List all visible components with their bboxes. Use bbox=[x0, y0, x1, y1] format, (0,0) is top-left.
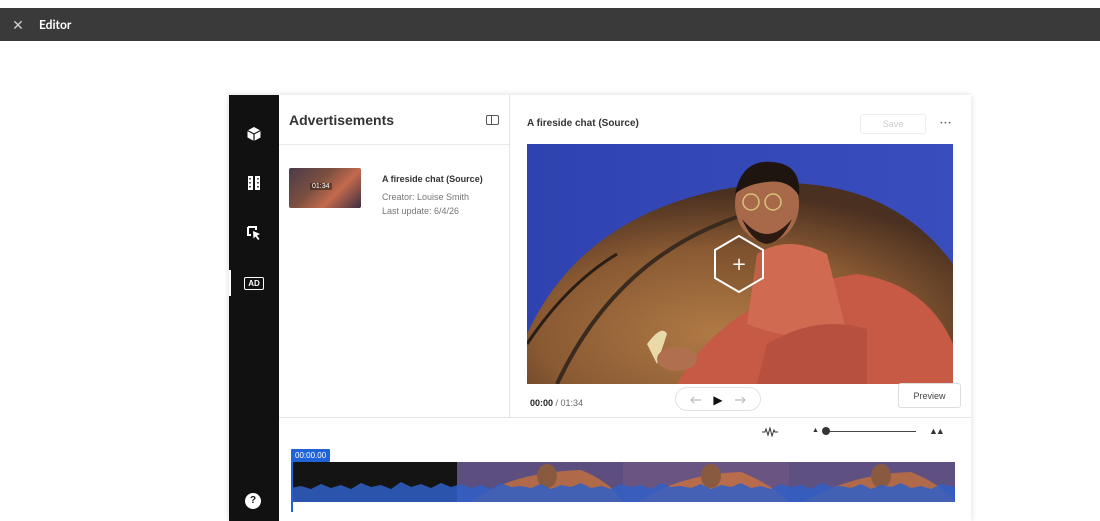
advertisements-panel: Advertisements 01:34 A fireside chat (So… bbox=[279, 95, 510, 417]
ad-thumbnail: 01:34 bbox=[289, 168, 361, 208]
active-indicator bbox=[229, 270, 231, 296]
app-title: Editor bbox=[39, 17, 72, 32]
cursor-icon[interactable] bbox=[242, 221, 266, 245]
step-back-icon[interactable]: ← bbox=[690, 392, 702, 407]
total-time: 01:34 bbox=[560, 398, 584, 408]
save-button[interactable]: Save bbox=[860, 114, 926, 134]
sidebar-rail: AD ? bbox=[229, 95, 279, 521]
preview-button[interactable]: Preview bbox=[898, 383, 961, 408]
playback-controls: ← ▶ → bbox=[675, 387, 761, 411]
more-options-icon[interactable]: ··· bbox=[937, 115, 955, 133]
waveform-icon[interactable] bbox=[762, 427, 778, 437]
panel-header: Advertisements bbox=[279, 95, 509, 145]
zoom-slider-track[interactable] bbox=[824, 431, 916, 432]
cube-icon[interactable] bbox=[242, 122, 266, 146]
track-thumbnails bbox=[291, 462, 955, 502]
video-preview[interactable]: + bbox=[527, 144, 953, 384]
ad-last-update: Last update: 6/4/26 bbox=[382, 206, 460, 216]
zoom-in-icon[interactable]: ▲▲ bbox=[929, 425, 945, 436]
svg-text:+: + bbox=[731, 254, 746, 275]
panel-toggle-icon[interactable] bbox=[486, 114, 499, 125]
top-bar: ✕ Editor bbox=[0, 0, 1100, 41]
zoom-slider-handle[interactable] bbox=[822, 427, 830, 435]
ad-title: A fireside chat (Source) bbox=[382, 174, 483, 184]
player-panel: A fireside chat (Source) Save ··· + 00:0… bbox=[511, 95, 971, 417]
ad-duration: 01:34 bbox=[310, 183, 332, 190]
playhead[interactable] bbox=[291, 462, 293, 512]
help-button[interactable]: ? bbox=[245, 493, 261, 509]
video-title: A fireside chat (Source) bbox=[527, 118, 639, 129]
timeline-track[interactable] bbox=[291, 462, 955, 502]
panel-title: Advertisements bbox=[289, 111, 395, 128]
time-display: 00:00 / 01:34 bbox=[530, 398, 583, 408]
list-item[interactable]: 01:34 A fireside chat (Source) Creator: … bbox=[289, 168, 499, 228]
zoom-out-icon[interactable]: ▲ bbox=[812, 426, 819, 434]
current-time: 00:00 bbox=[530, 398, 554, 408]
ad-creator: Creator: Louise Smith bbox=[382, 192, 470, 202]
timeline: ▲ ▲▲ 00:00.00 bbox=[279, 417, 971, 521]
close-icon[interactable]: ✕ bbox=[10, 16, 26, 33]
ad-icon[interactable]: AD bbox=[242, 271, 266, 295]
timecode-badge: 00:00.00 bbox=[291, 449, 331, 462]
step-forward-icon[interactable]: → bbox=[734, 392, 746, 407]
editor-frame: AD ? Advertisements 01:34 A fireside cha… bbox=[229, 95, 971, 521]
film-icon[interactable] bbox=[242, 171, 266, 195]
play-icon[interactable]: ▶ bbox=[713, 392, 722, 407]
ad-icon-label: AD bbox=[244, 276, 264, 290]
time-separator: / bbox=[553, 398, 561, 408]
video-frame-image: + bbox=[527, 144, 953, 384]
